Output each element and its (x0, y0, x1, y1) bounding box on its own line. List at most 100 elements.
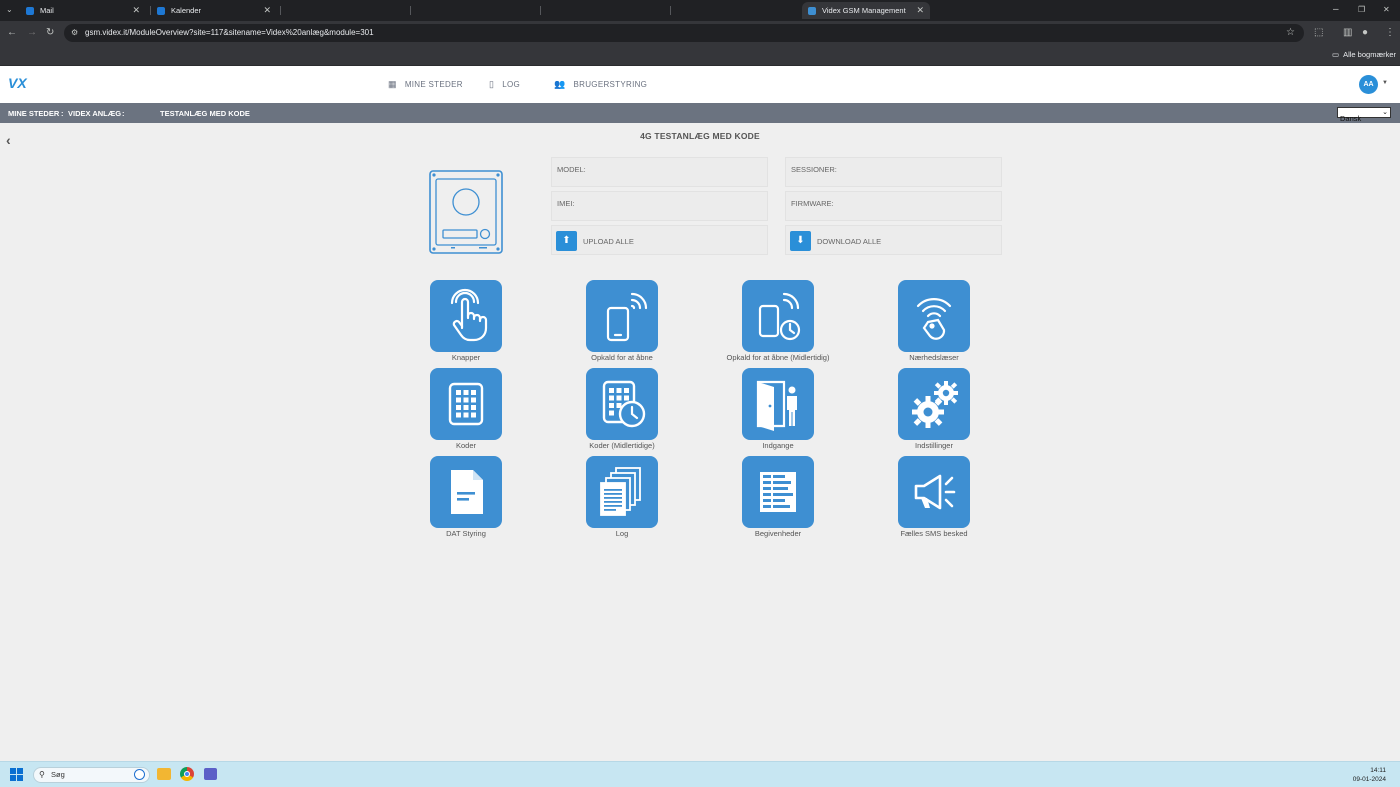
module-label: Nærhedslæser (909, 353, 959, 362)
address-bar[interactable]: ⚙ gsm.videx.it/ModuleOverview?site=117&s… (64, 24, 1304, 42)
event-list-icon (760, 472, 796, 512)
reload-icon[interactable]: ↻ (46, 28, 54, 38)
close-icon[interactable]: ✕ (263, 5, 271, 16)
breadcrumb: MINE STEDER : VIDEX ANLÆG : TESTANLÆG ME… (0, 103, 1400, 123)
nav-brugerstyring[interactable]: 👥 BRUGERSTYRING (554, 79, 647, 90)
download-all-button[interactable]: ⬇ DOWNLOAD ALLE (785, 225, 1002, 255)
module-label: DAT Styring (446, 529, 486, 538)
upload-label: UPLOAD ALLE (583, 237, 634, 246)
taskbar-search[interactable]: ⚲ Søg (33, 767, 150, 783)
nav-log[interactable]: ▯ LOG (489, 79, 520, 90)
bookmark-star-icon[interactable]: ☆ (1286, 28, 1295, 38)
module-label: Indstillinger (915, 441, 953, 450)
module-begivenheder[interactable] (742, 456, 814, 528)
language-value: Dansk (1340, 114, 1362, 123)
back-arrow-icon[interactable]: ← (7, 28, 17, 38)
module-faelles-sms[interactable] (898, 456, 970, 528)
module-label: Knapper (451, 353, 481, 362)
clock-time: 14:11 (1370, 767, 1386, 774)
firmware-label: FIRMWARE: (791, 199, 834, 208)
side-panel-icon[interactable]: ▥ (1343, 28, 1352, 38)
model-field: MODEL: (551, 157, 768, 187)
sessions-field: SESSIONER: (785, 157, 1002, 187)
breadcrumb-videx-anlaeg[interactable]: VIDEX ANLÆG (68, 109, 121, 118)
menu-kebab-icon[interactable]: ⋮ (1385, 28, 1395, 38)
url-text: gsm.videx.it/ModuleOverview?site=117&sit… (85, 28, 374, 37)
upload-all-button[interactable]: ⬆ UPLOAD ALLE (551, 225, 768, 255)
phone-signal-icon (606, 292, 648, 342)
chrome-icon[interactable] (180, 767, 194, 781)
browser-toolbar: ← → ↻ ⚙ gsm.videx.it/ModuleOverview?site… (0, 21, 1400, 45)
module-koder[interactable] (430, 368, 502, 440)
windows-start-icon[interactable] (10, 768, 23, 781)
avatar-caret-icon[interactable]: ▼ (1382, 80, 1388, 86)
users-icon: 👥 (554, 79, 566, 89)
tab-mail[interactable]: Mail ✕ (22, 2, 146, 19)
tab-divider (540, 6, 541, 15)
model-label: MODEL: (557, 165, 586, 174)
close-icon[interactable]: ✕ (132, 5, 140, 16)
module-naerhedslaeser[interactable] (898, 280, 970, 352)
tab-divider (150, 6, 151, 15)
nav-label: BRUGERSTYRING (573, 80, 648, 89)
module-label: Log (615, 529, 629, 538)
module-indgange[interactable] (742, 368, 814, 440)
tab-label: Kalender (171, 6, 202, 15)
module-label: Koder (Midlertidige) (589, 441, 655, 450)
module-log[interactable] (586, 456, 658, 528)
profile-icon[interactable]: ● (1362, 28, 1368, 38)
tab-label: Videx GSM Management (822, 6, 906, 15)
browser-tab-bar: ⌄ Mail ✕ Kalender ✕ Videx GSM Management… (0, 0, 1400, 21)
taskbar: ⚲ Søg 14:11 09-01-2024 (0, 761, 1400, 787)
taskbar-clock[interactable]: 14:11 09-01-2024 (1353, 766, 1386, 784)
tab-calendar[interactable]: Kalender ✕ (153, 2, 277, 19)
module-koder-midlertidige[interactable] (586, 368, 658, 440)
site-settings-icon[interactable]: ⚙ (71, 28, 78, 38)
tab-divider (410, 6, 411, 15)
clock-date: 09-01-2024 (1352, 776, 1386, 783)
language-select[interactable]: Dansk ⌄ (1337, 107, 1391, 123)
tab-videx-gsm[interactable]: Videx GSM Management ✕ (802, 2, 930, 19)
forward-arrow-icon[interactable]: → (27, 28, 37, 38)
avatar[interactable]: AA (1359, 75, 1378, 94)
sessions-label: SESSIONER: (791, 165, 837, 174)
close-icon[interactable]: ✕ (916, 5, 924, 16)
download-icon: ⬇ (790, 231, 811, 251)
breadcrumb-separator: : (61, 109, 64, 118)
stacked-pages-icon (600, 467, 641, 516)
search-icon: ⚲ (39, 770, 45, 779)
extensions-icon[interactable]: ⬚ (1314, 28, 1323, 38)
door-person-icon (756, 380, 797, 431)
clipboard-icon: ▯ (489, 79, 495, 89)
folder-icon: ▭ (1332, 50, 1340, 59)
keypad-clock-icon (602, 380, 646, 428)
breadcrumb-mine-steder[interactable]: MINE STEDER (8, 109, 59, 118)
close-window-icon[interactable]: ✕ (1383, 5, 1390, 15)
module-opkald-midlertidig[interactable] (742, 280, 814, 352)
minimize-icon[interactable]: – (1333, 5, 1339, 15)
file-explorer-icon[interactable] (157, 768, 171, 780)
module-indstillinger[interactable] (898, 368, 970, 440)
avatar-initials: AA (1363, 81, 1374, 88)
teams-icon[interactable] (204, 768, 217, 780)
tab-divider (670, 6, 671, 15)
nav-mine-steder[interactable]: ▦ MINE STEDER (388, 79, 463, 90)
all-bookmarks[interactable]: ▭ Alle bogmærker (1332, 50, 1396, 59)
restore-icon[interactable]: ❐ (1358, 5, 1365, 15)
module-dat-styring[interactable] (430, 456, 502, 528)
page-title: 4G TESTANLÆG MED KODE (640, 131, 760, 141)
nav-label: LOG (502, 80, 521, 89)
calendar-icon (157, 6, 165, 15)
keypad-icon (448, 382, 484, 426)
nav-label: MINE STEDER (404, 80, 463, 89)
download-label: DOWNLOAD ALLE (817, 237, 882, 246)
phone-clock-icon (758, 292, 801, 341)
module-opkald[interactable] (586, 280, 658, 352)
videx-logo[interactable]: VX (8, 75, 27, 91)
megaphone-icon (914, 474, 956, 510)
imei-field: IMEI: (551, 191, 768, 221)
chevron-down-icon: ⌄ (1382, 109, 1388, 116)
module-knapper[interactable] (430, 280, 502, 352)
upload-icon: ⬆ (556, 231, 577, 251)
tab-search-chevron-icon[interactable]: ⌄ (6, 5, 13, 15)
